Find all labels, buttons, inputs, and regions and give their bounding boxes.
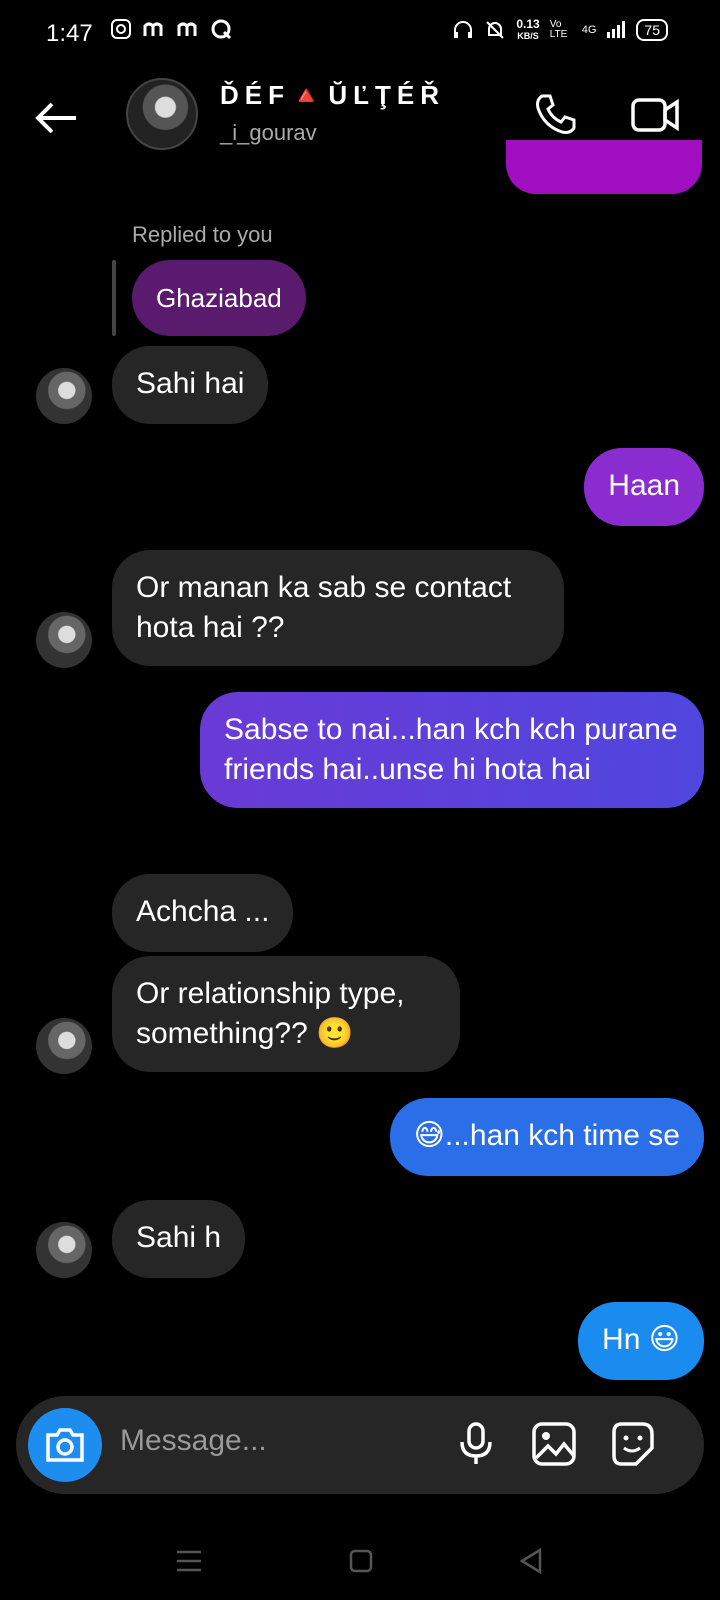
reply-label: Replied to you [132,222,273,247]
message-outgoing[interactable]: Hn 😃 [578,1302,704,1380]
system-icons: 0.13 KB/S Vo LTE 4G 75 [452,18,668,42]
app-q-icon [211,19,232,40]
status-bar: 1:47 0.13 KB/S Vo LTE 4G 75 [0,0,720,70]
reply-indicator-bar [112,260,116,336]
bell-muted-icon [486,21,505,39]
sender-avatar[interactable] [36,612,92,668]
message-incoming[interactable]: Or relationship type, something?? 🙂 [112,956,460,1072]
camera-button[interactable] [28,1408,102,1482]
contact-name[interactable]: ĎÉF🔺ŬĽŢÉŘ [220,80,445,111]
instagram-icon [111,19,131,39]
microphone-icon[interactable] [452,1420,500,1468]
sender-avatar[interactable] [36,1018,92,1074]
message-input[interactable]: Message... [120,1424,267,1458]
status-time: 1:47 [46,20,93,47]
headphones-icon [454,21,473,38]
volte-indicator: Vo LTE [549,19,568,40]
contact-handle[interactable]: _i_gourav [220,120,317,146]
back-triangle-icon[interactable] [516,1546,546,1576]
network-type: 4G [581,24,597,36]
video-call-icon[interactable] [630,90,680,140]
gallery-icon[interactable] [530,1420,578,1468]
sender-avatar[interactable] [36,368,92,424]
app-m-icon [143,22,163,36]
notification-icons [110,18,232,40]
message-outgoing[interactable]: Haan [584,448,704,526]
network-speed: 0.13 KB/S [516,17,540,41]
battery-indicator: 75 [636,19,668,41]
menu-icon[interactable] [174,1546,204,1576]
message-incoming[interactable]: Sahi h [112,1200,246,1278]
message-outgoing[interactable]: Sabse to nai...han kch kch purane friend… [200,692,704,808]
message-composer: Message... [16,1396,704,1494]
back-arrow-icon[interactable] [32,94,80,142]
system-nav-bar [0,1520,720,1600]
app-m-icon-2 [177,22,197,36]
camera-icon [46,1428,84,1462]
quoted-message[interactable]: Ghaziabad [132,260,306,336]
phone-icon[interactable] [530,90,580,140]
message-incoming[interactable]: Or manan ka sab se contact hota hai ?? [112,550,564,666]
message-outgoing[interactable]: 😅...han kch time se [389,1098,704,1176]
sender-avatar[interactable] [36,1222,92,1278]
signal-icon [607,21,626,38]
message-incoming[interactable]: Sahi hai [112,346,269,424]
contact-avatar[interactable] [126,78,198,150]
sticker-icon[interactable] [608,1420,656,1468]
message-incoming[interactable]: Achcha ... [112,874,294,952]
previous-message-bubble[interactable] [506,140,702,194]
home-square-icon[interactable] [346,1546,376,1576]
